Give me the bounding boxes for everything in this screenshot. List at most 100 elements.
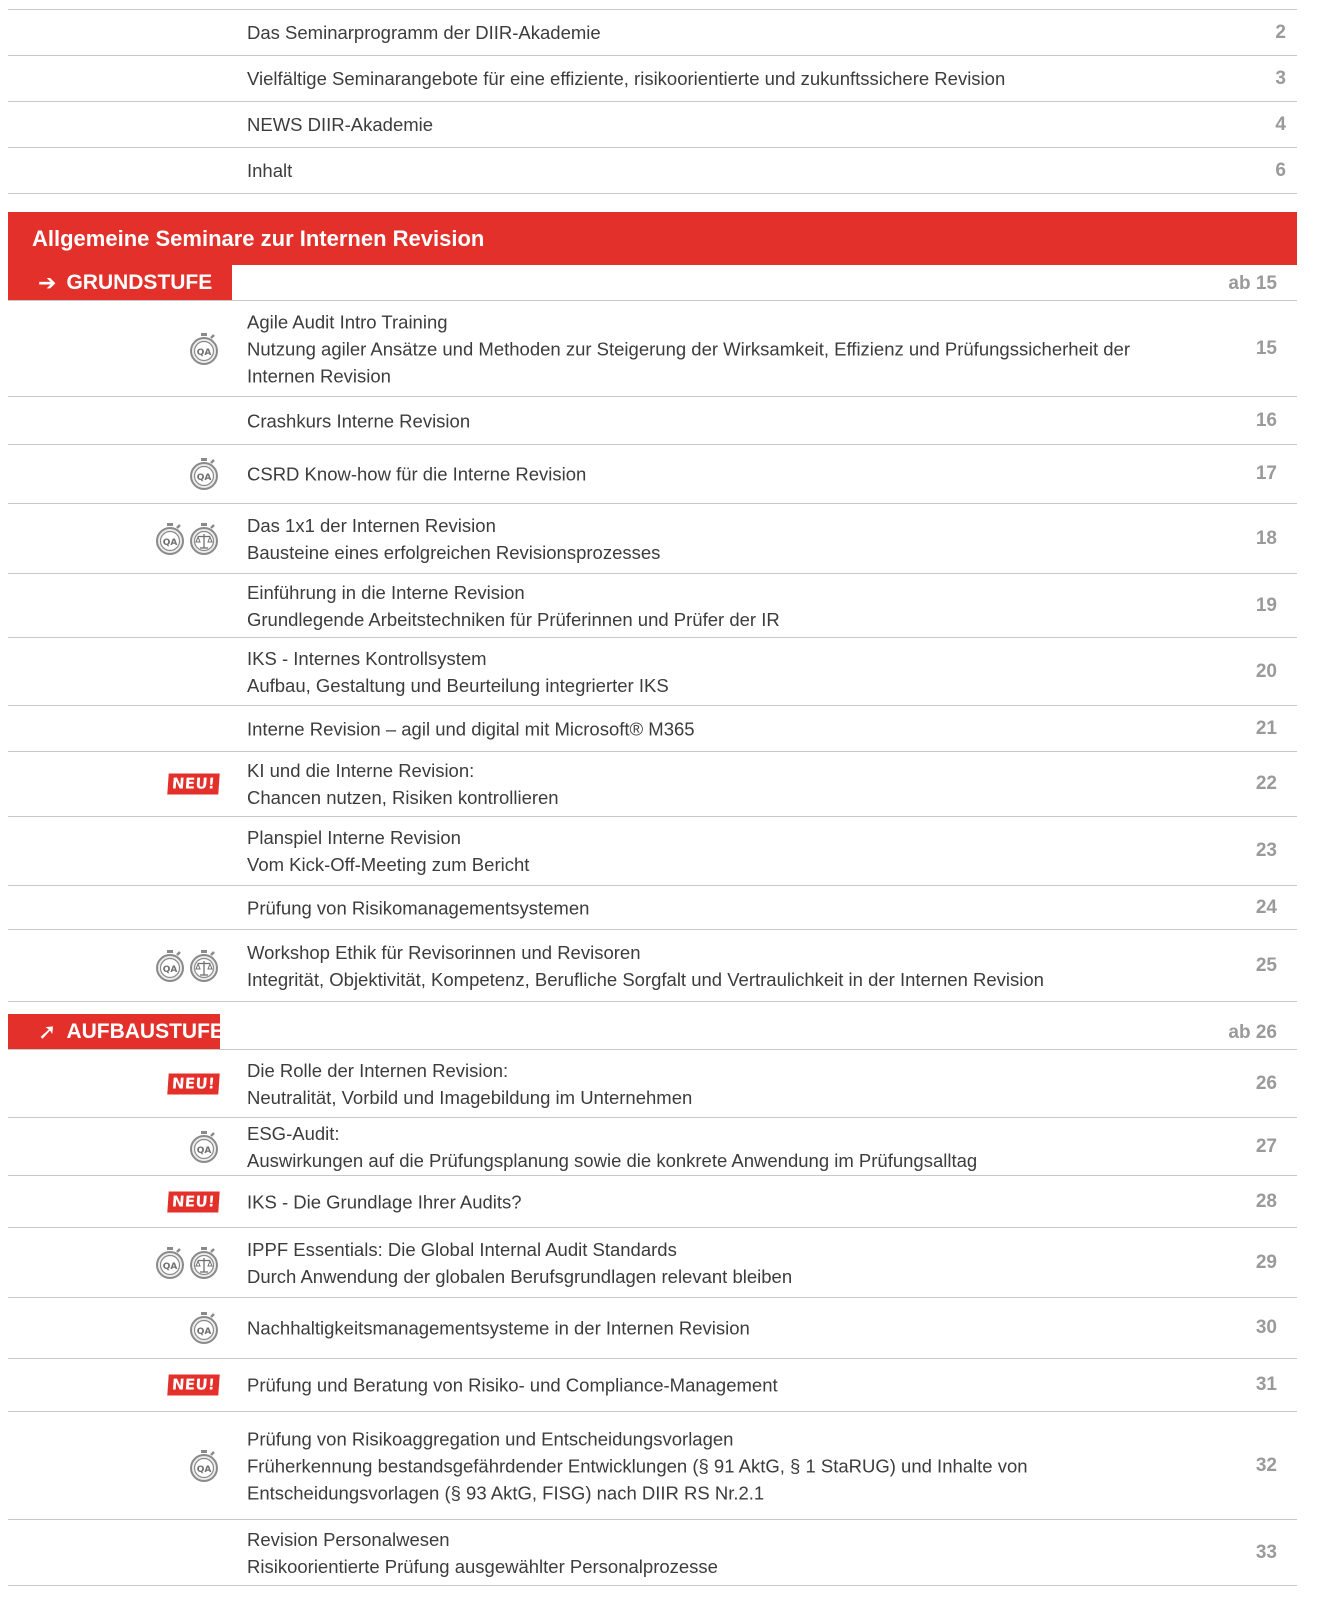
seminar-subtitle-line: Bausteine eines erfolgreichen Revisionsp… — [247, 541, 661, 563]
seminar-title-line: ESG-Audit: — [247, 1122, 340, 1144]
seminar-title: Planspiel Interne Revision Vom Kick-Off-M… — [247, 824, 1157, 878]
new-badge: NEU! — [167, 1191, 220, 1212]
seminar-title-line: Planspiel Interne Revision — [247, 827, 461, 848]
seminar-subtitle-line: Aufbau, Gestaltung und Beurteilung integ… — [247, 674, 669, 696]
level-label: ➚ AUFBAUSTUFE — [8, 1014, 224, 1049]
seminar-row[interactable]: QA Nachhaltigkeitsmanagementsysteme in de… — [8, 1298, 1297, 1359]
seminar-subtitle-line: Grundlegende Arbeitstechniken für Prüfer… — [247, 608, 780, 630]
toc-row[interactable]: Vielfältige Seminarangebote für eine eff… — [8, 56, 1297, 102]
qa-icon: QA — [190, 458, 218, 490]
seminar-title: ESG-Audit: Auswirkungen auf die Prüfungsp… — [247, 1120, 1157, 1174]
seminar-title: Prüfung und Beratung von Risiko- und Com… — [247, 1372, 1157, 1399]
seminar-row[interactable]: QA Agile Audit Intro Training Nutzung agil… — [8, 301, 1297, 397]
seminar-row[interactable]: Crashkurs Interne Revision 16 — [8, 397, 1297, 445]
seminar-row[interactable]: NEU! Die Rolle der Internen Revision: Neut… — [8, 1050, 1297, 1118]
toc-title: Das Seminarprogramm der DIIR-Akademie — [247, 21, 601, 43]
row-icons: NEU! — [167, 1374, 220, 1396]
seminar-title-line: KI und die Interne Revision: — [247, 760, 475, 781]
qa-glyph: QA — [197, 473, 212, 483]
grundstufe-list: QA Agile Audit Intro Training Nutzung agil… — [8, 301, 1297, 1002]
toc-page: 6 — [1275, 159, 1286, 181]
seminar-title: Crashkurs Interne Revision — [247, 407, 1157, 434]
toc-row[interactable]: NEWS DIIR-Akademie 4 — [8, 102, 1297, 148]
seminar-title-line: CSRD Know-how für die Interne Revision — [247, 463, 587, 485]
ethics-scale-icon — [190, 1246, 218, 1279]
toc-title: NEWS DIIR-Akademie — [247, 113, 434, 135]
seminar-row[interactable]: IKS - Internes Kontrollsystem Aufbau, Ges… — [8, 638, 1297, 706]
section-title: Allgemeine Seminare zur Internen Revisio… — [32, 226, 485, 251]
level-label: ➔ GRUNDSTUFE — [8, 265, 232, 300]
seminar-row[interactable]: QA IPPF Essentials: Die Global Internal A… — [8, 1228, 1297, 1298]
seminar-row[interactable]: Prüfung von Risikomanagementsystemen 24 — [8, 886, 1297, 930]
seminar-title: IKS - Internes Kontrollsystem Aufbau, Ges… — [247, 645, 1157, 699]
row-icons: QA — [189, 457, 219, 491]
seminar-page: 22 — [1255, 773, 1277, 794]
ethics-scale-icon — [190, 522, 218, 555]
seminar-row[interactable]: QA Prüfung von Risikoaggregation und Ents… — [8, 1412, 1297, 1520]
toc-row[interactable]: Inhalt 6 — [8, 148, 1297, 194]
level-page: ab 26 — [1228, 1022, 1277, 1043]
seminar-row[interactable]: Planspiel Interne Revision Vom Kick-Off-M… — [8, 817, 1297, 886]
seminar-page: 18 — [1255, 527, 1277, 549]
seminar-page: 17 — [1255, 463, 1277, 484]
seminar-title: Nachhaltigkeitsmanagementsysteme in der … — [247, 1315, 1157, 1342]
qa-icon: QA — [190, 332, 218, 365]
toc-row[interactable]: Das Seminarprogramm der DIIR-Akademie 2 — [8, 10, 1297, 56]
qa-glyph: QA — [197, 1146, 212, 1156]
qa-icon: QA — [156, 522, 184, 555]
seminar-title: Prüfung von Risikomanagementsystemen — [247, 894, 1157, 921]
seminar-title-line: Revision Personalwesen — [247, 1528, 450, 1550]
intro-toc: Das Seminarprogramm der DIIR-Akademie 2 … — [8, 9, 1297, 194]
seminar-row[interactable]: Interne Revision – agil und digital mit … — [8, 706, 1297, 752]
new-badge: NEU! — [167, 1374, 220, 1396]
toc-title: Inhalt — [247, 159, 293, 181]
seminar-row[interactable]: QA CSRD Know-how für die Interne Revision… — [8, 445, 1297, 504]
qa-icon: QA — [190, 1130, 218, 1163]
seminar-row[interactable]: NEU! IKS - Die Grundlage Ihrer Audits? 28 — [8, 1176, 1297, 1228]
seminar-subtitle-line: Risikoorientierte Prüfung ausgewählter P… — [247, 1555, 718, 1577]
seminar-title-line: Crashkurs Interne Revision — [247, 410, 471, 431]
seminar-row[interactable]: NEU! Prüfung und Beratung von Risiko- und… — [8, 1359, 1297, 1412]
qa-glyph: QA — [163, 538, 178, 548]
row-icons: NEU! — [167, 773, 220, 795]
level-title: AUFBAUSTUFE — [66, 1019, 224, 1043]
seminar-page: 27 — [1255, 1135, 1277, 1157]
seminar-title-line: IKS - Die Grundlage Ihrer Audits? — [247, 1191, 522, 1212]
row-icons: QA — [189, 1311, 219, 1345]
seminar-title: KI und die Interne Revision: Chancen nutz… — [247, 757, 1157, 811]
seminar-row[interactable]: QA Workshop Ethik für Revisorinnen und Re… — [8, 930, 1297, 1002]
seminar-title-line: Agile Audit Intro Training — [247, 311, 448, 332]
row-icons: QA — [189, 1130, 219, 1164]
seminar-title-line: Einführung in die Interne Revision — [247, 581, 525, 603]
qa-glyph: QA — [197, 1465, 212, 1475]
seminar-title: IKS - Die Grundlage Ihrer Audits? — [247, 1188, 1157, 1215]
row-icons: QA — [189, 332, 219, 366]
seminar-row[interactable]: QA ESG-Audit: Auswirkungen auf die Prüfung… — [8, 1118, 1297, 1176]
seminar-subtitle-line: Integrität, Objektivität, Kompetenz, Ber… — [247, 968, 1044, 990]
seminar-subtitle-line: Vom Kick-Off-Meeting zum Bericht — [247, 854, 530, 875]
qa-glyph: QA — [197, 1327, 212, 1337]
seminar-row[interactable]: Einführung in die Interne Revision Grundl… — [8, 574, 1297, 638]
arrow-right-icon: ➔ — [38, 269, 57, 295]
row-icons: NEU! — [167, 1191, 220, 1212]
seminar-subtitle-line: Neutralität, Vorbild und Imagebildung im… — [247, 1086, 693, 1108]
seminar-title-line: Prüfung und Beratung von Risiko- und Com… — [247, 1374, 778, 1396]
seminar-page: 15 — [1255, 337, 1277, 359]
seminar-row[interactable]: Revision Personalwesen Risikoorientierte … — [8, 1520, 1297, 1586]
qa-icon: QA — [156, 949, 184, 982]
aufbaustufe-list: NEU! Die Rolle der Internen Revision: Neut… — [8, 1050, 1297, 1586]
toc-page: 3 — [1275, 67, 1286, 89]
seminar-title: Einführung in die Interne Revision Grundl… — [247, 579, 1157, 633]
seminar-subtitle-line: Auswirkungen auf die Prüfungsplanung sow… — [247, 1149, 978, 1171]
seminar-row[interactable]: QA Das 1x1 der Internen Revision Bausteine… — [8, 504, 1297, 574]
seminar-row[interactable]: NEU! KI und die Interne Revision: Chancen … — [8, 752, 1297, 817]
seminar-page: 20 — [1255, 660, 1277, 682]
toc-page: 4 — [1275, 113, 1286, 135]
seminar-title-line: IKS - Internes Kontrollsystem — [247, 647, 487, 669]
seminar-title-line: Nachhaltigkeitsmanagementsysteme in der … — [247, 1317, 750, 1339]
seminar-title: CSRD Know-how für die Interne Revision — [247, 461, 1157, 488]
seminar-subtitle-line: Entscheidungsvorlagen (§ 93 AktG, FISG) … — [247, 1482, 765, 1503]
seminar-page: 21 — [1255, 717, 1277, 739]
toc-page: 2 — [1275, 21, 1286, 43]
seminar-page: 24 — [1255, 896, 1277, 918]
